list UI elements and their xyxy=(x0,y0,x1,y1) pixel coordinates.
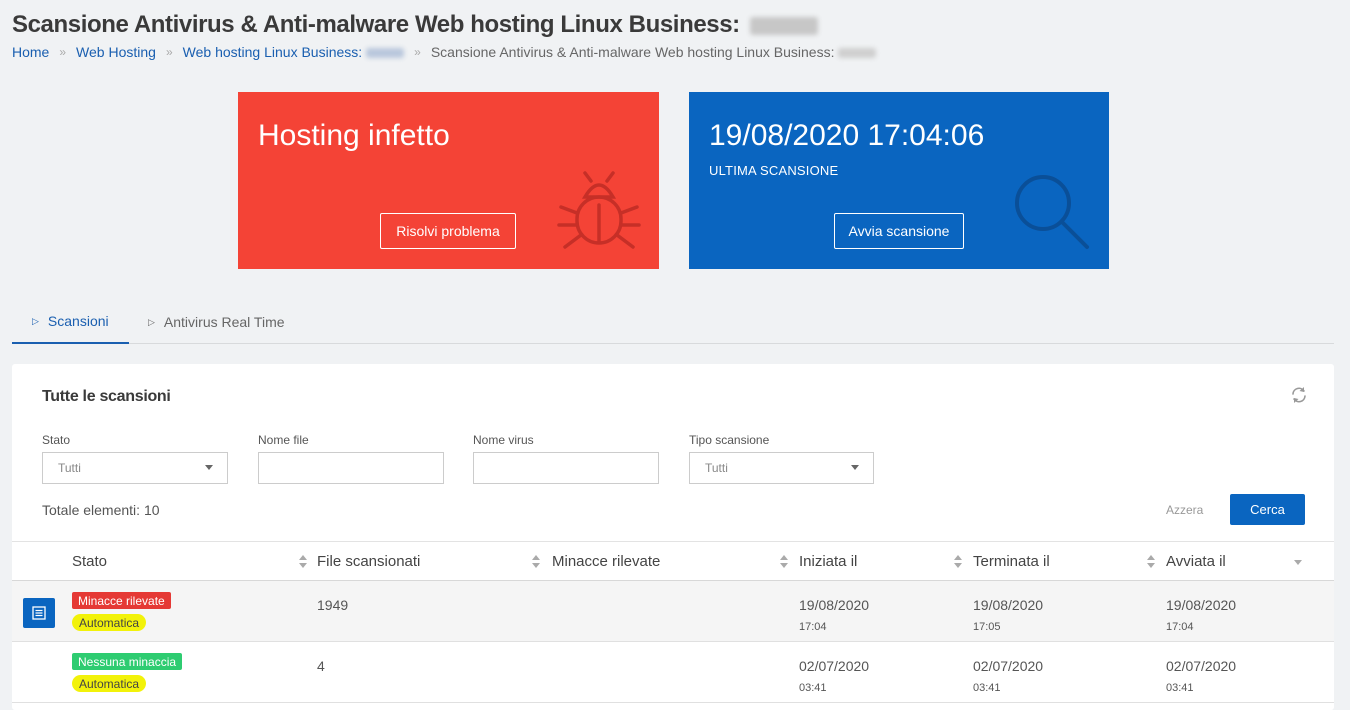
sort-desc-icon[interactable] xyxy=(1294,560,1302,565)
reset-button[interactable]: Azzera xyxy=(1166,503,1203,517)
ended-date: 19/08/2020 xyxy=(973,597,1044,613)
breadcrumb: Home » Web Hosting » Web hosting Linux B… xyxy=(12,44,877,60)
tab-antivirus-real-time-label: Antivirus Real Time xyxy=(163,314,285,330)
tipo-scansione-select-value: Tutti xyxy=(705,461,728,475)
start-scan-button[interactable]: Avvia scansione xyxy=(834,213,964,249)
column-header-terminata-il[interactable]: Terminata il xyxy=(973,542,1050,581)
table-row[interactable]: Nessuna minaccia Automatica 4 02/07/2020… xyxy=(12,642,1334,703)
status-badge: Minacce rilevate xyxy=(72,592,171,609)
started-time: 17:04 xyxy=(799,621,827,633)
table-header: Stato File scansionati Minacce rilevate … xyxy=(12,541,1334,581)
scan-type-badge: Automatica xyxy=(72,675,147,692)
launched-time: 17:04 xyxy=(1166,621,1194,633)
column-header-file-scansionati[interactable]: File scansionati xyxy=(317,542,420,581)
breadcrumb-current-label: Scansione Antivirus & Anti-malware Web h… xyxy=(430,44,835,60)
filter-nome-virus: Nome virus xyxy=(473,433,659,484)
column-header-minacce-rilevate[interactable]: Minacce rilevate xyxy=(552,542,660,581)
last-scan-datetime: 19/08/2020 17:04:06 xyxy=(709,119,985,152)
breadcrumb-separator: » xyxy=(414,45,421,59)
breadcrumb-home[interactable]: Home xyxy=(12,44,49,60)
page-title-text: Scansione Antivirus & Anti-malware Web h… xyxy=(12,11,740,38)
magnifier-icon xyxy=(1015,175,1089,249)
filter-nome-virus-label: Nome virus xyxy=(473,433,534,447)
started-date: 19/08/2020 xyxy=(799,597,870,613)
tab-antivirus-real-time[interactable]: ▷ Antivirus Real Time xyxy=(148,300,285,344)
started-date: 02/07/2020 xyxy=(799,658,870,674)
breadcrumb-separator: » xyxy=(165,45,173,59)
sort-icon[interactable] xyxy=(1147,555,1155,569)
total-items: Totale elementi: 10 xyxy=(42,502,160,518)
files-scanned: 4 xyxy=(317,658,325,674)
nome-file-input[interactable] xyxy=(258,452,444,484)
sort-icon[interactable] xyxy=(780,555,788,569)
breadcrumb-linux-business[interactable]: Web hosting Linux Business: xyxy=(183,44,405,60)
files-scanned: 1949 xyxy=(317,597,349,613)
breadcrumb-current: Scansione Antivirus & Anti-malware Web h… xyxy=(431,44,877,60)
scans-panel: Tutte le scansioni Stato Tutti Nome file… xyxy=(12,364,1334,710)
triangle-right-icon: ▷ xyxy=(148,316,155,327)
search-button[interactable]: Cerca xyxy=(1230,494,1305,525)
launched-date: 19/08/2020 xyxy=(1166,597,1237,613)
hosting-status-card: Hosting infetto Risolvi problema xyxy=(238,92,659,269)
table-row[interactable]: Minacce rilevate Automatica 1949 19/08/2… xyxy=(12,581,1334,642)
redacted-domain xyxy=(750,16,819,35)
scan-type-badge: Automatica xyxy=(72,614,147,631)
filter-tipo-scansione: Tipo scansione Tutti xyxy=(689,433,874,484)
tab-scansioni-label: Scansioni xyxy=(47,313,109,329)
sort-icon[interactable] xyxy=(532,555,540,569)
redacted-domain xyxy=(838,48,877,59)
filter-tipo-scansione-label: Tipo scansione xyxy=(689,433,770,447)
details-button[interactable] xyxy=(23,598,55,628)
chevron-down-icon xyxy=(205,465,213,470)
status-badge: Nessuna minaccia xyxy=(72,653,183,670)
panel-title: Tutte le scansioni xyxy=(42,388,171,405)
started-time: 03:41 xyxy=(799,682,827,694)
sort-icon[interactable] xyxy=(299,555,307,569)
column-header-stato[interactable]: Stato xyxy=(72,542,107,581)
hosting-status-title: Hosting infetto xyxy=(258,119,450,152)
list-icon xyxy=(32,606,46,620)
resolve-problem-button[interactable]: Risolvi problema xyxy=(380,213,516,249)
triangle-right-icon: ▷ xyxy=(32,315,39,326)
chevron-down-icon xyxy=(851,465,859,470)
filter-nome-file: Nome file xyxy=(258,433,444,484)
bug-icon xyxy=(557,171,641,249)
page-title: Scansione Antivirus & Anti-malware Web h… xyxy=(12,11,819,39)
stato-select-value: Tutti xyxy=(58,461,81,475)
last-scan-card: 19/08/2020 17:04:06 ULTIMA SCANSIONE Avv… xyxy=(689,92,1109,269)
tipo-scansione-select[interactable]: Tutti xyxy=(689,452,874,484)
ended-date: 02/07/2020 xyxy=(973,658,1044,674)
filter-stato-label: Stato xyxy=(42,433,71,447)
filter-stato: Stato Tutti xyxy=(42,433,228,484)
ended-time: 17:05 xyxy=(973,621,1001,633)
filter-nome-file-label: Nome file xyxy=(258,433,309,447)
launched-date: 02/07/2020 xyxy=(1166,658,1237,674)
nome-virus-input[interactable] xyxy=(473,452,659,484)
redacted-domain xyxy=(366,48,405,59)
breadcrumb-web-hosting[interactable]: Web Hosting xyxy=(76,44,156,60)
last-scan-label: ULTIMA SCANSIONE xyxy=(709,163,839,178)
tab-scansioni[interactable]: ▷ Scansioni xyxy=(12,300,129,344)
breadcrumb-linux-business-label: Web hosting Linux Business: xyxy=(182,44,363,60)
column-header-iniziata-il[interactable]: Iniziata il xyxy=(799,542,857,581)
stato-select[interactable]: Tutti xyxy=(42,452,228,484)
tab-bar: ▷ Scansioni ▷ Antivirus Real Time xyxy=(12,300,1334,344)
refresh-icon[interactable] xyxy=(1290,386,1308,404)
launched-time: 03:41 xyxy=(1166,682,1194,694)
column-header-avviata-il[interactable]: Avviata il xyxy=(1166,542,1226,581)
ended-time: 03:41 xyxy=(973,682,1001,694)
breadcrumb-separator: » xyxy=(59,45,67,59)
sort-icon[interactable] xyxy=(954,555,962,569)
